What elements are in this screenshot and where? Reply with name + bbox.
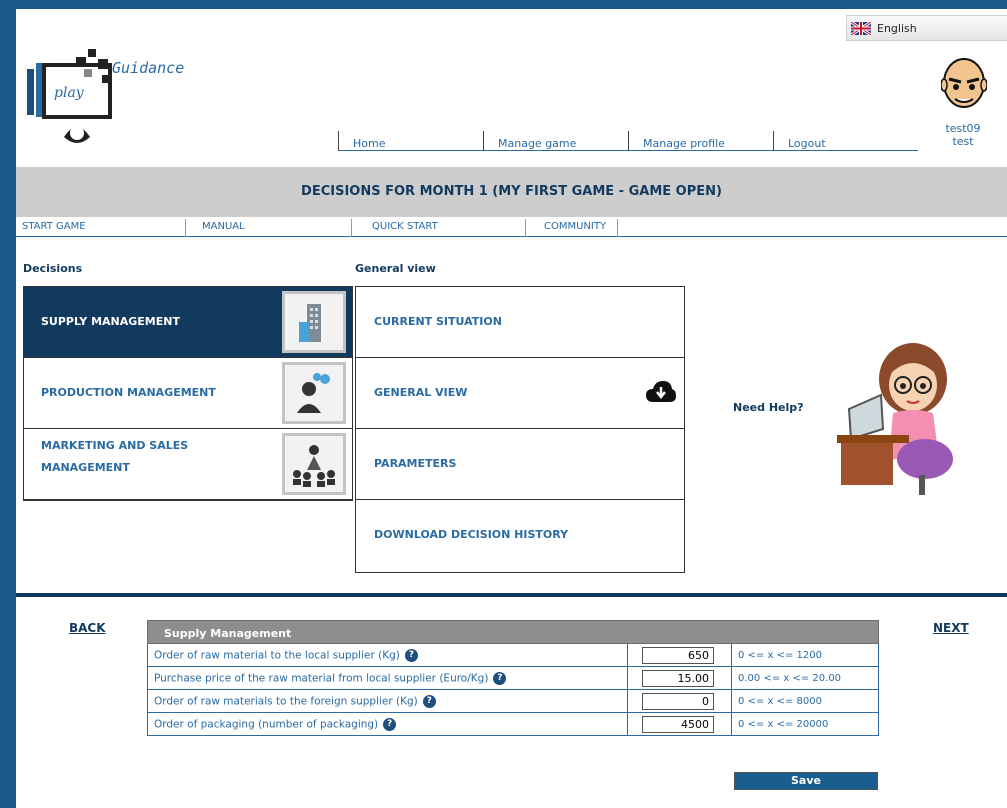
decision-production-management[interactable]: PRODUCTION MANAGEMENT bbox=[24, 358, 352, 429]
range-hint: 0 <= x <= 8000 bbox=[738, 696, 822, 707]
range-hint: 0.00 <= x <= 20.00 bbox=[738, 673, 842, 684]
nav-manage-game[interactable]: Manage game bbox=[483, 131, 628, 151]
input-cell bbox=[628, 690, 732, 712]
decision-supply-management[interactable]: SUPPLY MANAGEMENT bbox=[24, 287, 352, 358]
packaging-order-input[interactable] bbox=[642, 716, 714, 733]
user-info: test09 test bbox=[931, 122, 995, 148]
form-row: Order of raw materials to the foreign su… bbox=[147, 690, 879, 713]
page-title: DECISIONS FOR MONTH 1 (MY FIRST GAME - G… bbox=[16, 167, 1007, 217]
gv-general-view[interactable]: GENERAL VIEW bbox=[356, 358, 684, 429]
gv-label: DOWNLOAD DECISION HISTORY bbox=[374, 528, 569, 541]
foreign-supplier-order-input[interactable] bbox=[642, 693, 714, 710]
question-text: Order of raw material to the local suppl… bbox=[154, 649, 400, 662]
question-text: Order of packaging (number of packaging) bbox=[154, 718, 379, 731]
app-frame: play Guidance English ▼ test09 test Home bbox=[16, 9, 1007, 808]
question-label: Order of raw materials to the foreign su… bbox=[148, 690, 628, 712]
sub-navigation: START GAME MANUAL QUICK START COMMUNITY bbox=[16, 219, 1007, 237]
decision-label: PRODUCTION MANAGEMENT bbox=[41, 386, 216, 399]
general-view-label: General view bbox=[355, 262, 436, 275]
input-cell bbox=[628, 667, 732, 689]
back-link[interactable]: BACK bbox=[69, 621, 106, 635]
form-row: Order of packaging (number of packaging)… bbox=[147, 713, 879, 736]
play-guidance-logo[interactable]: play Guidance bbox=[24, 45, 194, 155]
help-icon[interactable]: ? bbox=[404, 649, 418, 662]
gv-current-situation[interactable]: CURRENT SITUATION bbox=[356, 287, 684, 358]
local-supplier-order-input[interactable] bbox=[642, 647, 714, 664]
supply-management-form: Supply Management Order of raw material … bbox=[147, 620, 879, 736]
subnav-community[interactable]: COMMUNITY bbox=[526, 219, 618, 237]
form-title: Supply Management bbox=[147, 620, 879, 644]
section-divider bbox=[16, 593, 1007, 597]
gv-label: GENERAL VIEW bbox=[374, 386, 468, 399]
user-display-name: test bbox=[952, 135, 974, 148]
uk-flag-icon bbox=[851, 21, 871, 35]
next-link[interactable]: NEXT bbox=[933, 621, 969, 635]
worker-icon bbox=[282, 362, 346, 424]
help-assistant-illustration[interactable] bbox=[821, 329, 966, 499]
nav-home[interactable]: Home bbox=[338, 131, 483, 151]
input-cell bbox=[628, 713, 732, 735]
help-icon[interactable]: ? bbox=[422, 695, 436, 708]
language-label: English bbox=[877, 21, 917, 35]
user-avatar[interactable] bbox=[940, 57, 988, 119]
logo-guidance-text: Guidance bbox=[112, 59, 185, 77]
question-text: Purchase price of the raw material from … bbox=[154, 672, 489, 685]
decisions-label: Decisions bbox=[23, 262, 83, 275]
general-view-panel: CURRENT SITUATION GENERAL VIEW PARAMETER… bbox=[355, 286, 685, 573]
question-label: Purchase price of the raw material from … bbox=[148, 667, 628, 689]
input-cell bbox=[628, 644, 732, 666]
language-select[interactable]: English ▼ bbox=[846, 15, 1007, 41]
need-help-label[interactable]: Need Help? bbox=[733, 401, 804, 414]
purchase-price-input[interactable] bbox=[642, 670, 714, 687]
logo-play-text: play bbox=[54, 85, 84, 101]
cloud-download-icon[interactable] bbox=[646, 380, 676, 404]
help-icon[interactable]: ? bbox=[493, 672, 507, 685]
building-icon bbox=[282, 291, 346, 353]
question-label: Order of raw material to the local suppl… bbox=[148, 644, 628, 666]
gv-label: PARAMETERS bbox=[374, 457, 457, 470]
subnav-start-game[interactable]: START GAME bbox=[16, 219, 186, 237]
gv-label: CURRENT SITUATION bbox=[374, 315, 502, 328]
decision-marketing-sales-management[interactable]: MARKETING AND SALES MANAGEMENT bbox=[24, 429, 352, 500]
help-icon[interactable]: ? bbox=[383, 718, 397, 731]
decision-label: MARKETING AND SALES MANAGEMENT bbox=[41, 439, 189, 474]
form-row: Order of raw material to the local suppl… bbox=[147, 644, 879, 667]
save-button[interactable]: Save bbox=[734, 772, 878, 790]
gv-parameters[interactable]: PARAMETERS bbox=[356, 429, 684, 500]
range-hint: 0 <= x <= 20000 bbox=[738, 719, 829, 730]
decision-label: SUPPLY MANAGEMENT bbox=[41, 315, 180, 328]
range-hint: 0 <= x <= 1200 bbox=[738, 650, 822, 661]
subnav-manual[interactable]: MANUAL bbox=[186, 219, 352, 237]
nav-logout[interactable]: Logout bbox=[773, 131, 918, 151]
subnav-quick-start[interactable]: QUICK START bbox=[352, 219, 526, 237]
top-navigation: Home Manage game Manage profile Logout bbox=[338, 131, 918, 151]
username: test09 bbox=[945, 122, 981, 135]
audience-icon bbox=[282, 433, 346, 495]
nav-manage-profile[interactable]: Manage profile bbox=[628, 131, 773, 151]
form-row: Purchase price of the raw material from … bbox=[147, 667, 879, 690]
question-label: Order of packaging (number of packaging)… bbox=[148, 713, 628, 735]
gv-download-decision-history[interactable]: DOWNLOAD DECISION HISTORY bbox=[356, 500, 684, 571]
decisions-panel: SUPPLY MANAGEMENT PRODUCTION MANAGEMENT bbox=[23, 286, 353, 501]
question-text: Order of raw materials to the foreign su… bbox=[154, 695, 418, 708]
